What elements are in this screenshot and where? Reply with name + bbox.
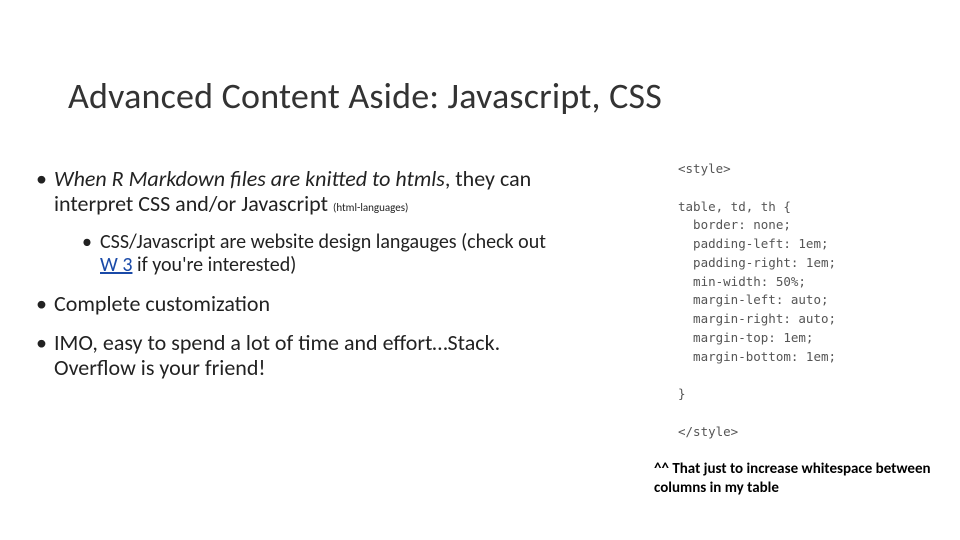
bullet-3: • IMO, easy to spend a lot of time and e… [36, 330, 566, 381]
bullet-3-text: IMO, easy to spend a lot of time and eff… [54, 330, 566, 381]
bullet-1-sub-text: CSS/Javascript are website design langau… [100, 231, 566, 277]
w3-link[interactable]: W 3 [100, 253, 132, 277]
bullet-1: • When R Markdown files are knitted to h… [36, 166, 566, 217]
bullet-1-emphasis: When R Markdown files are knitted to htm… [54, 165, 445, 192]
code-caption: ^^ That just to increase whitespace betw… [654, 460, 934, 498]
slide: Advanced Content Aside: Javascript, CSS … [0, 0, 960, 540]
bullet-dot: • [36, 291, 54, 316]
bullet-list: • When R Markdown files are knitted to h… [36, 166, 566, 394]
bullet-dot: • [36, 166, 54, 217]
bullet-2: • Complete customization [36, 291, 566, 316]
sub-pre: CSS/Javascript are website design langau… [100, 230, 546, 254]
bullet-1-text: When R Markdown files are knitted to htm… [54, 166, 566, 217]
bullet-dot: • [82, 231, 100, 277]
slide-title: Advanced Content Aside: Javascript, CSS [68, 74, 662, 118]
bullet-1-sub: • CSS/Javascript are website design lang… [82, 231, 566, 277]
bullet-1-small: (html-languages) [333, 201, 408, 214]
css-code-block: <style> table, td, th { border: none; pa… [678, 160, 928, 441]
bullet-2-text: Complete customization [54, 291, 566, 316]
sub-post: if you're interested) [132, 253, 296, 277]
bullet-dot: • [36, 330, 54, 381]
